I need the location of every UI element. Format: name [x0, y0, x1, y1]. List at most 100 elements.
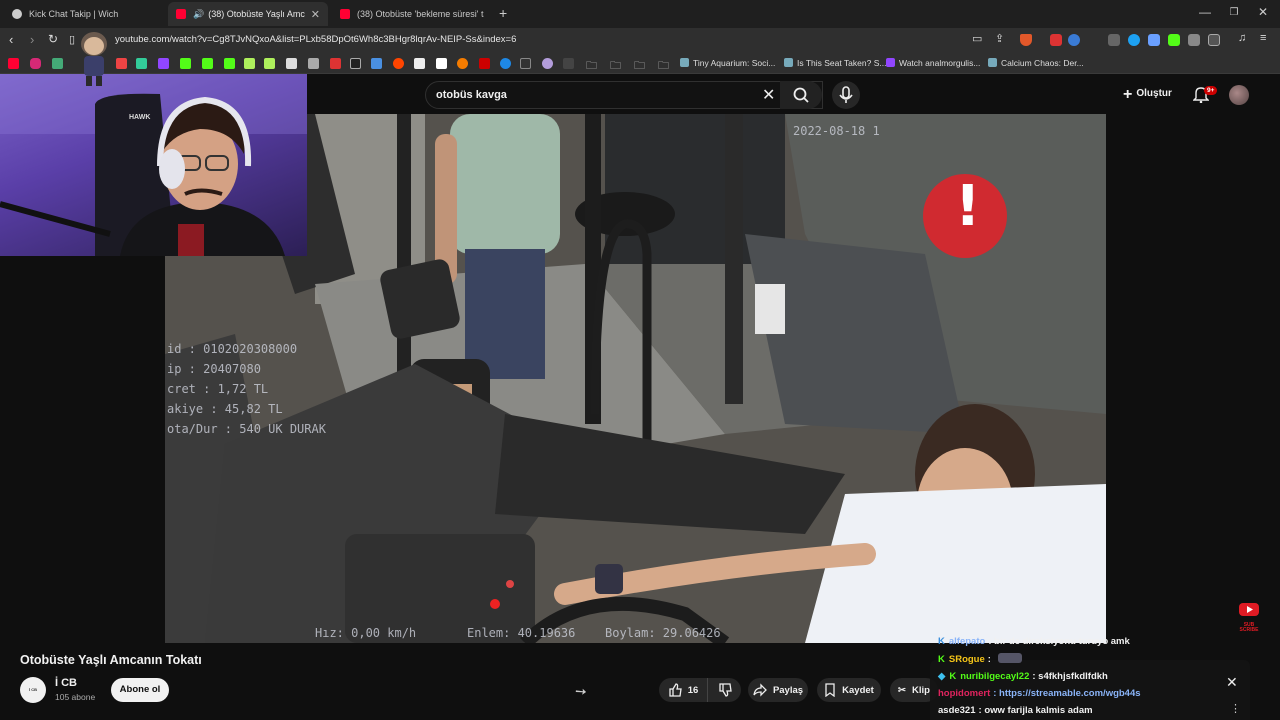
- restore-icon[interactable]: ❐: [1225, 7, 1243, 18]
- bookmark-favicon[interactable]: [414, 58, 425, 69]
- kick-badge-icon: K: [949, 671, 957, 682]
- osd-line: id : 0102020308000: [167, 342, 298, 356]
- subscriber-count: 105 abone: [55, 692, 96, 702]
- bookmark-favicon[interactable]: [244, 58, 255, 69]
- youtube-icon: [176, 9, 186, 19]
- bookmark-favicon[interactable]: [371, 58, 382, 69]
- thumbs-down-icon: [718, 683, 732, 697]
- stream-chat-overlay: Kalfepato: bir de direksiyonu turuyo amk…: [930, 634, 1250, 720]
- folder-icon[interactable]: 🗀: [586, 57, 597, 76]
- x-icon[interactable]: [350, 58, 361, 69]
- folder-icon[interactable]: 🗀: [634, 57, 645, 76]
- extension-icon[interactable]: [1128, 34, 1140, 46]
- back-icon[interactable]: ‹: [9, 32, 13, 47]
- sidebar-icon[interactable]: [1208, 34, 1220, 46]
- tab-other-video[interactable]: (38) Otobüste 'bekleme süresi' tartışmas…: [332, 2, 492, 26]
- brave-shield-icon[interactable]: [1020, 34, 1032, 46]
- osd-line: ip : 20407080: [167, 362, 261, 376]
- bookmark-favicon[interactable]: [136, 58, 147, 69]
- share-icon[interactable]: ⇪: [995, 32, 1004, 45]
- bookmark-favicon[interactable]: [116, 58, 127, 69]
- bookmark-favicon[interactable]: [330, 58, 341, 69]
- tab-kick-chat[interactable]: Kick Chat Takip | Wich: [4, 2, 168, 26]
- tab-current-video[interactable]: 🔊 (38) Otobüste Yaşlı Amcanın Tokatı ✕: [168, 2, 328, 26]
- menu-icon[interactable]: ≡: [1260, 32, 1266, 44]
- tab-label: (38) Otobüste Yaşlı Amcanın Tokatı: [208, 9, 305, 19]
- dislike-button[interactable]: [707, 678, 741, 702]
- share-arrow-icon: [753, 683, 767, 697]
- new-tab-button[interactable]: +: [499, 5, 507, 21]
- bookmark-watch[interactable]: Watch analmorgulis...: [886, 58, 980, 68]
- forward-icon[interactable]: ›: [30, 32, 34, 47]
- bookmark-favicon[interactable]: [479, 58, 490, 69]
- bookmark-icon[interactable]: ▯: [69, 33, 75, 46]
- browser-tab-strip: Kick Chat Takip | Wich 🔊 (38) Otobüste Y…: [0, 0, 1280, 28]
- kick-extension-icon[interactable]: [1168, 34, 1180, 46]
- account-avatar[interactable]: [1229, 85, 1249, 105]
- install-icon[interactable]: ▭: [972, 32, 982, 45]
- bookmark-favicon[interactable]: [457, 58, 468, 69]
- kick-badge-icon: K: [938, 636, 945, 647]
- twitch-icon: [886, 58, 895, 67]
- osd-longitude: Boylam: 29.06426: [605, 626, 721, 640]
- folder-icon[interactable]: 🗀: [610, 57, 621, 76]
- bookmark-seat-taken[interactable]: Is This Seat Taken? S...: [784, 58, 886, 68]
- chat-message: ◆ Knuribilgecayl22: s4fkhjsfkdlfdkh: [938, 671, 1108, 682]
- bookmark-tiny-aquarium[interactable]: Tiny Aquarium: Soci...: [680, 58, 775, 68]
- reload-icon[interactable]: ↻: [48, 32, 58, 46]
- youtube-play-icon: [1239, 603, 1259, 616]
- bookmark-favicon[interactable]: [286, 58, 297, 69]
- extension-icon[interactable]: [1148, 34, 1160, 46]
- chair-brand-label: HAWK: [129, 114, 151, 121]
- url-field[interactable]: youtube.com/watch?v=Cg8TJvNQxoA&list=PLx…: [115, 34, 516, 45]
- reddit-icon[interactable]: [393, 58, 404, 69]
- steam-icon: [784, 58, 793, 67]
- subscribe-watermark[interactable]: SUB SCRIBE: [1238, 602, 1260, 633]
- microphone-icon: [839, 86, 853, 103]
- youtube-icon[interactable]: [8, 58, 19, 69]
- more-options-icon[interactable]: ⋮: [1230, 702, 1241, 715]
- bookmark-favicon[interactable]: [308, 58, 319, 69]
- create-button[interactable]: + Oluştur: [1123, 86, 1172, 104]
- extension-icon[interactable]: [1188, 34, 1200, 46]
- osd-line: cret : 1,72 TL: [167, 382, 269, 396]
- share-button[interactable]: Paylaş: [748, 678, 808, 702]
- amazon-icon[interactable]: [436, 58, 447, 69]
- save-button[interactable]: Kaydet: [817, 678, 881, 702]
- music-icon[interactable]: ♫: [1238, 32, 1246, 44]
- steam-icon: [680, 58, 689, 67]
- extension-icon[interactable]: [1068, 34, 1080, 46]
- close-icon[interactable]: ✕: [1226, 674, 1238, 691]
- clear-search-icon[interactable]: ✕: [762, 85, 775, 105]
- voice-search-button[interactable]: [832, 81, 860, 109]
- bookmark-favicon[interactable]: [542, 58, 553, 69]
- kick-badge-icon: K: [938, 654, 945, 665]
- chat-message: Kalfepato: bir de direksiyonu turuyo amk: [938, 636, 1130, 647]
- search-button[interactable]: [780, 81, 822, 109]
- bookmark-calcium-chaos[interactable]: Calcium Chaos: Der...: [988, 58, 1084, 68]
- bookmark-favicon[interactable]: [500, 58, 511, 69]
- bookmark-favicon[interactable]: [52, 58, 63, 69]
- mascot-icon: [81, 32, 107, 86]
- bookmark-favicon[interactable]: [563, 58, 574, 69]
- instagram-icon[interactable]: [30, 58, 41, 69]
- channel-name[interactable]: İ CB: [55, 677, 77, 689]
- tab-label: Kick Chat Takip | Wich: [29, 9, 119, 19]
- minimize-icon[interactable]: —: [1196, 5, 1214, 19]
- search-input[interactable]: otobüs kavga ✕: [425, 81, 823, 109]
- bookmark-favicon[interactable]: [520, 58, 531, 69]
- kick-icon[interactable]: [224, 58, 235, 69]
- like-button[interactable]: 16: [659, 678, 707, 702]
- extension-icon[interactable]: [1108, 34, 1120, 46]
- channel-avatar[interactable]: İ CB: [20, 677, 46, 703]
- kick-icon[interactable]: [202, 58, 213, 69]
- twitch-icon[interactable]: [158, 58, 169, 69]
- close-window-icon[interactable]: ✕: [1254, 5, 1272, 19]
- extension-icon[interactable]: [1050, 34, 1062, 46]
- diamond-badge-icon: ◆: [938, 671, 946, 682]
- subscribe-button[interactable]: Abone ol: [111, 678, 169, 702]
- kick-icon[interactable]: [180, 58, 191, 69]
- close-tab-icon[interactable]: ✕: [305, 8, 320, 21]
- folder-icon[interactable]: 🗀: [658, 57, 669, 76]
- bookmark-favicon[interactable]: [264, 58, 275, 69]
